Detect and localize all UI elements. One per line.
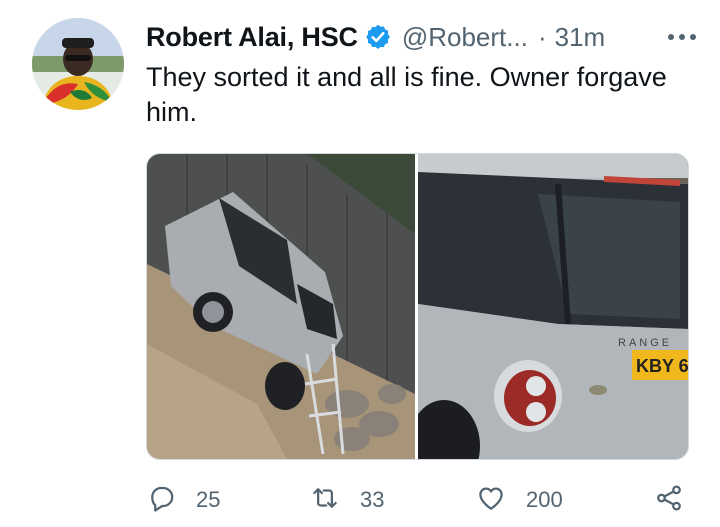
more-icon[interactable] xyxy=(662,22,702,52)
tweet-timestamp[interactable]: 31m xyxy=(555,22,606,53)
like-count: 200 xyxy=(526,487,563,512)
photo-car-crashed-into-fence[interactable] xyxy=(147,154,415,459)
tweet-header: Robert Alai, HSC @Robert... · 31m xyxy=(146,20,702,54)
reply-count: 25 xyxy=(196,487,221,512)
author-name[interactable]: Robert Alai, HSC xyxy=(146,22,358,53)
share-button[interactable] xyxy=(654,478,684,522)
svg-text:RANGE: RANGE xyxy=(618,337,672,349)
tweet-actions: 25 33 200 xyxy=(146,478,694,522)
reply-button[interactable]: 25 xyxy=(146,478,220,522)
author-handle[interactable]: @Robert... xyxy=(402,22,528,53)
retweet-button[interactable]: 33 xyxy=(310,478,384,522)
photo-car-rear-closeup[interactable]: RANGE KBY 62 xyxy=(418,154,688,459)
license-plate-text: KBY 62 xyxy=(636,356,688,376)
verified-icon xyxy=(364,23,392,51)
separator-dot: · xyxy=(537,21,547,52)
reply-icon xyxy=(146,483,176,518)
tweet-text: They sorted it and all is fine. Owner fo… xyxy=(146,62,667,127)
retweet-count: 33 xyxy=(360,487,385,512)
tweet-media[interactable]: RANGE KBY 62 xyxy=(146,153,689,460)
retweet-icon xyxy=(310,483,340,518)
share-icon xyxy=(654,483,684,518)
like-button[interactable]: 200 xyxy=(476,478,563,522)
author-avatar[interactable] xyxy=(32,18,124,110)
like-icon xyxy=(476,483,506,518)
